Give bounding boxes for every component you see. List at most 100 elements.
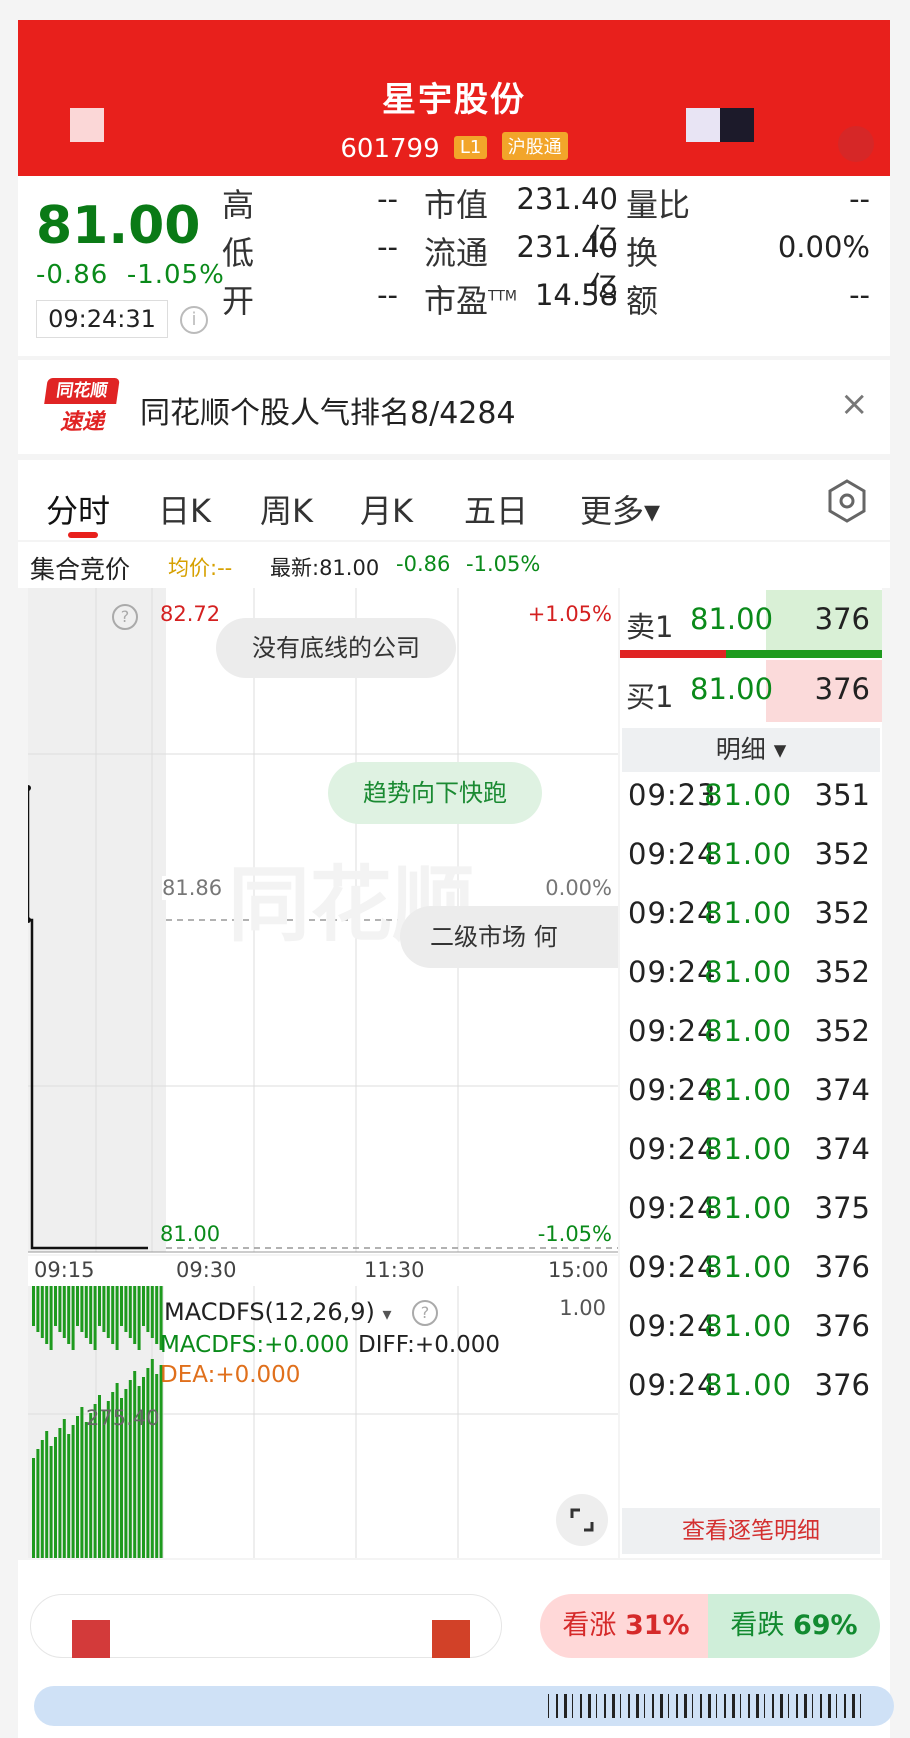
high-value: --	[377, 182, 398, 216]
tick-price: 81.00	[704, 955, 793, 989]
tick-row: 09:24 81.00 375	[620, 1191, 882, 1241]
buy-level-1[interactable]: 买1 81.00 376	[620, 660, 882, 722]
tab-monthly-k[interactable]: 月K	[360, 486, 413, 532]
volume-bar	[71, 1286, 75, 1350]
tick-price: 81.00	[704, 1309, 793, 1343]
volume-bar	[155, 1374, 159, 1558]
volume-bar	[54, 1286, 57, 1326]
volume-bar	[128, 1286, 132, 1338]
bullish-vote-button[interactable]: 看涨 31%	[540, 1594, 712, 1658]
volume-bar	[133, 1286, 137, 1344]
bottom-price-label: 81.00	[160, 1222, 221, 1246]
volume-scale-label: 275.40	[86, 1406, 160, 1430]
share-icon[interactable]	[838, 126, 874, 162]
price-change: -0.86 -1.05%	[36, 260, 225, 290]
subheader-change: -0.86	[396, 552, 451, 576]
low-value: --	[377, 230, 398, 264]
tick-volume: 352	[814, 896, 870, 930]
help-icon[interactable]: ?	[412, 1300, 438, 1326]
change-percent: -1.05%	[126, 260, 225, 290]
diff-value: DIFF:+0.000	[358, 1332, 501, 1358]
tick-price: 81.00	[704, 1073, 793, 1107]
tick-volume: 352	[814, 1014, 870, 1048]
volume-bar	[54, 1437, 57, 1558]
sell-level-1[interactable]: 卖1 81.00 376	[620, 590, 882, 650]
tick-volume: 351	[814, 778, 870, 812]
volume-bar	[146, 1368, 150, 1558]
time-tick: 09:30	[176, 1258, 237, 1282]
volume-bar	[137, 1286, 141, 1350]
stock-code: 601799	[340, 134, 440, 164]
volume-bar	[146, 1286, 150, 1332]
indicator-selector[interactable]: MACDFS(12,26,9) ▾	[164, 1298, 392, 1326]
avg-price-label: 均价:--	[168, 556, 233, 580]
volume-ratio-value: --	[849, 182, 870, 216]
ths-express-logo: 同花顺 速递	[44, 378, 120, 436]
tick-volume: 352	[814, 955, 870, 989]
time-axis: 09:15 09:30 11:30 15:00	[28, 1256, 618, 1286]
info-icon[interactable]: i	[180, 306, 208, 334]
barcode-icon	[548, 1694, 861, 1718]
volume-ratio-label: 量比	[626, 186, 691, 224]
tab-more[interactable]: 更多▾	[580, 486, 660, 532]
stock-code-row: 601799 L1 沪股通	[18, 132, 890, 164]
open-label: 开	[222, 282, 255, 320]
volume-bar	[36, 1449, 40, 1558]
emoji-icon[interactable]	[432, 1620, 470, 1658]
bearish-vote-button[interactable]: 看跌 69%	[708, 1594, 880, 1658]
tab-five-day[interactable]: 五日	[464, 486, 528, 532]
help-icon[interactable]: ?	[112, 604, 138, 630]
volume-bar	[155, 1286, 159, 1344]
tick-price: 81.00	[704, 837, 793, 871]
connect-tag[interactable]: 沪股通	[501, 132, 568, 160]
volume-bar	[58, 1286, 62, 1332]
close-icon[interactable]: ×	[840, 384, 869, 424]
tick-row: 09:23 81.00 351	[620, 778, 882, 828]
search-icon[interactable]	[686, 108, 720, 142]
danmaku-bubble[interactable]: 没有底线的公司	[216, 618, 456, 678]
volume-bar	[89, 1286, 93, 1344]
tick-row: 09:24 81.00 352	[620, 955, 882, 1005]
tab-daily-k[interactable]: 日K	[158, 486, 211, 532]
tick-row: 09:24 81.00 352	[620, 1014, 882, 1064]
volume-bar	[106, 1286, 110, 1338]
volume-bar	[49, 1286, 53, 1350]
quote-time: 09:24:31	[36, 300, 168, 338]
tick-volume: 374	[814, 1073, 870, 1107]
avatar-icon[interactable]	[72, 1620, 110, 1658]
volume-bar	[142, 1286, 145, 1326]
subheader-change-pct: -1.05%	[466, 552, 541, 576]
tab-weekly-k[interactable]: 周K	[260, 486, 313, 532]
pe-value: 14.58	[534, 278, 618, 312]
chart-tabs: 分时 日K 周K 月K 五日 更多▾	[18, 460, 890, 540]
popularity-rank-text: 同花顺个股人气排名8/4284	[140, 396, 516, 431]
dea-value: DEA:+0.000	[160, 1362, 301, 1388]
turnover-label: 换	[626, 234, 659, 272]
tab-intraday[interactable]: 分时	[46, 486, 110, 532]
more-icon[interactable]	[720, 108, 754, 142]
macd-scale-label: 1.00	[559, 1296, 606, 1320]
volume-bar	[150, 1359, 154, 1558]
intraday-chart[interactable]: 同花顺 ? 82.72 +1.05% 81.86 0.00% 81.00 -1.…	[28, 588, 618, 1254]
tick-volume: 352	[814, 837, 870, 871]
danmaku-bubble[interactable]: 二级市场 何	[400, 906, 618, 968]
volume-bar	[76, 1416, 79, 1558]
view-tick-detail-button[interactable]: 查看逐笔明细	[622, 1508, 880, 1554]
tick-volume: 376	[814, 1368, 870, 1402]
volume-bar	[32, 1286, 35, 1326]
turnover-value: 0.00%	[777, 230, 870, 264]
expand-icon[interactable]	[556, 1494, 608, 1546]
popularity-banner[interactable]: 同花顺 速递 同花顺个股人气排名8/4284 ×	[18, 360, 890, 454]
volume-bar	[111, 1286, 115, 1344]
volume-bar	[45, 1431, 49, 1558]
bottom-pct-label: -1.05%	[537, 1222, 612, 1246]
volume-bar	[93, 1286, 97, 1350]
order-book: 卖1 81.00 376 买1 81.00 376 明细 ▾ 09:23 81.0…	[620, 588, 882, 1558]
tick-price: 81.00	[704, 1250, 793, 1284]
tick-volume: 376	[814, 1250, 870, 1284]
detail-dropdown[interactable]: 明细 ▾	[622, 728, 880, 772]
settings-icon[interactable]	[824, 478, 870, 524]
macd-panel[interactable]: 275.40 MACDFS(12,26,9) ▾ ? 1.00 MACDFS:+…	[28, 1286, 618, 1558]
danmaku-bubble[interactable]: 趋势向下快跑	[328, 762, 542, 824]
tick-volume: 375	[814, 1191, 870, 1225]
